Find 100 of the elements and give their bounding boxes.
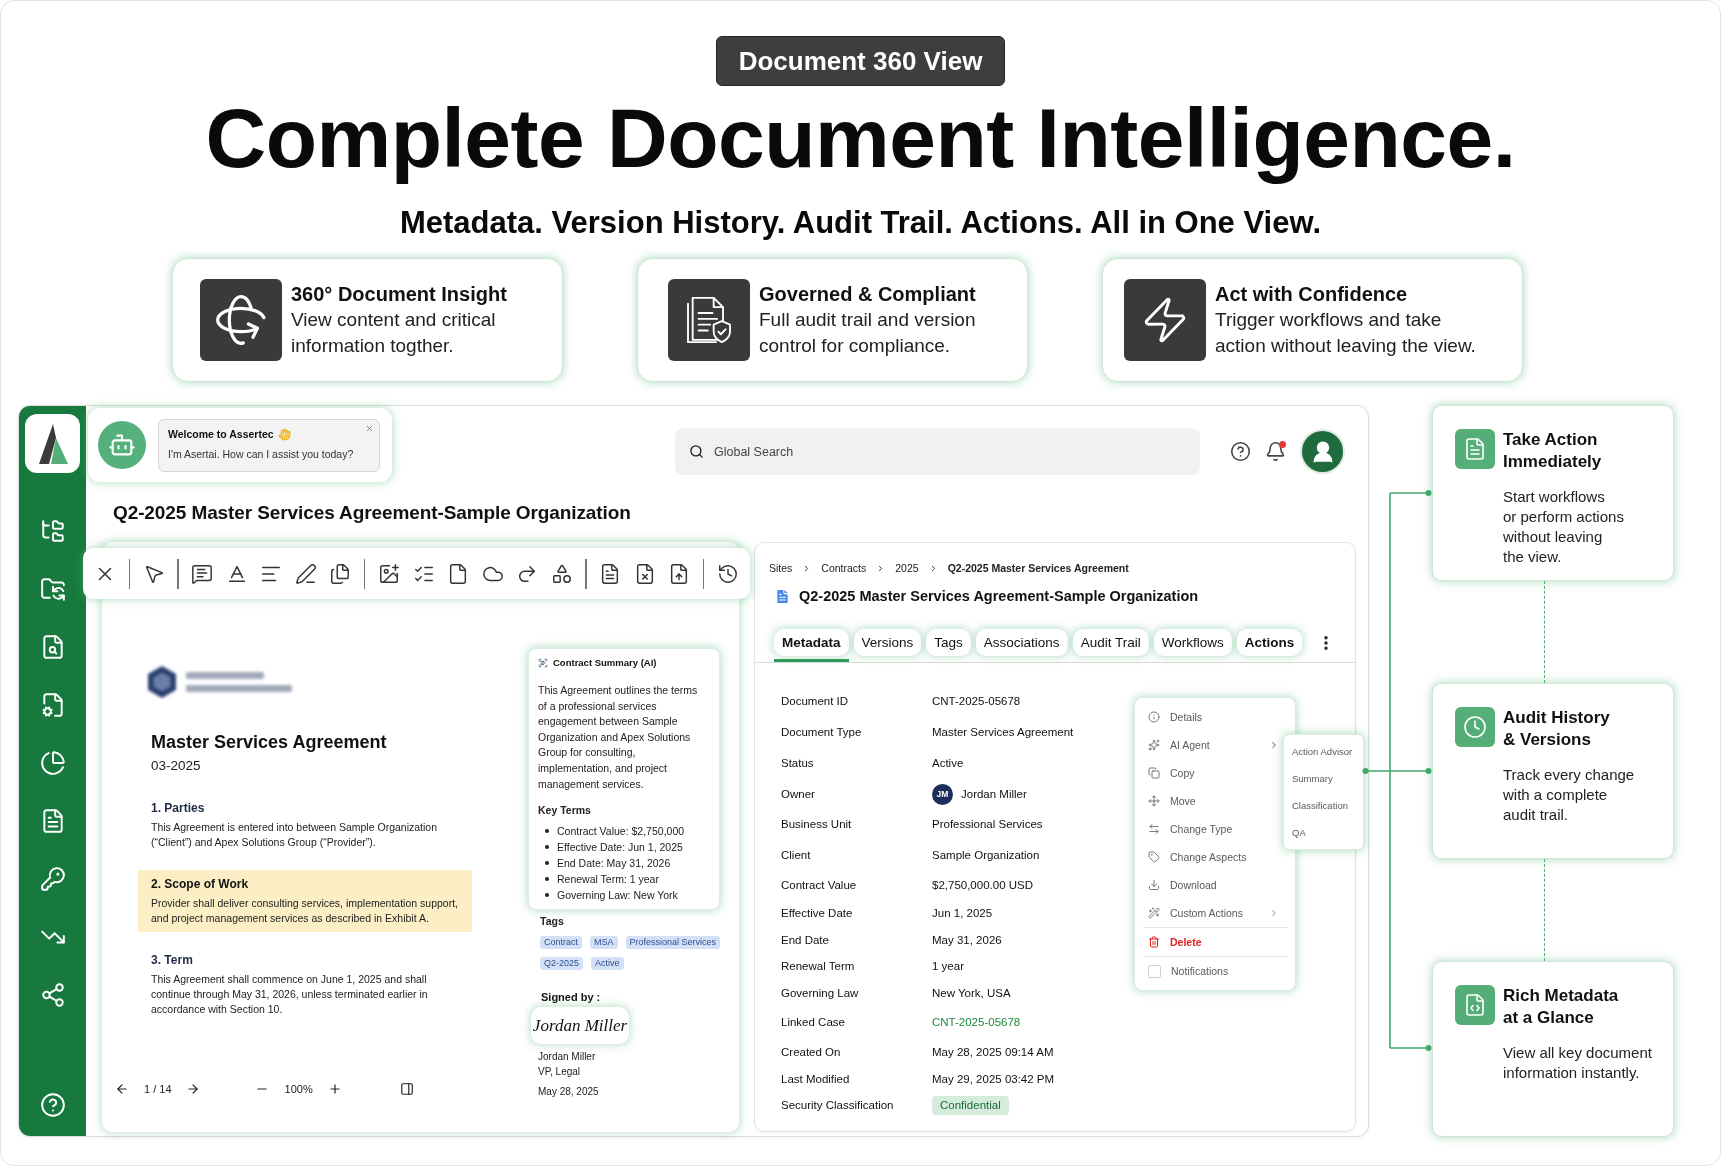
menu-item[interactable]: Action Advisor <box>1284 738 1363 765</box>
arrow-left-icon[interactable] <box>115 1082 129 1096</box>
info-icon <box>1148 711 1160 723</box>
feature-description: Full audit trail and version control for compliance. <box>759 308 976 358</box>
connector-dot <box>1425 768 1432 774</box>
bullet-icon <box>545 861 549 866</box>
move-icon <box>1148 795 1160 807</box>
chevron-right-icon <box>1269 908 1279 918</box>
field-label: Renewal Term <box>781 959 855 974</box>
tag-chip[interactable]: Professional Services <box>625 936 721 950</box>
breadcrumb-link[interactable]: 2025 <box>895 561 919 575</box>
tag-chip[interactable]: Q2-2025 <box>540 957 584 971</box>
scan-text-icon <box>538 658 548 668</box>
share-icon[interactable] <box>39 982 66 1008</box>
tab[interactable]: Tags <box>926 629 971 656</box>
menu-item[interactable]: Move <box>1135 787 1281 815</box>
field-label: Owner <box>781 786 815 802</box>
linked-case-link[interactable]: CNT-2025-05678 <box>932 1014 1021 1030</box>
pie-chart-icon[interactable] <box>39 750 66 776</box>
history-icon[interactable] <box>717 562 739 585</box>
field-value: $2,750,000.00 USD <box>932 877 1034 893</box>
key-icon[interactable] <box>39 866 66 892</box>
tag-chip[interactable]: MSA <box>590 936 618 950</box>
user-avatar-icon[interactable] <box>1300 429 1345 474</box>
folder-sync-icon[interactable] <box>39 576 66 602</box>
pages-icon[interactable] <box>329 562 352 585</box>
field-label: Governing Law <box>781 985 859 1001</box>
signature: Jordan Miller <box>531 1007 629 1045</box>
tag-chip[interactable]: Active <box>591 957 624 971</box>
code-file-icon <box>1455 985 1495 1025</box>
document-icon <box>1455 429 1495 469</box>
field-label: Security Classification <box>781 1098 894 1113</box>
callout-description: View all key document information instantly. <box>1503 1043 1652 1083</box>
owner-avatar: JM <box>932 783 953 805</box>
menu-item[interactable]: QA <box>1284 819 1363 846</box>
feature-title: Governed & Compliant <box>759 282 976 307</box>
menu-item[interactable]: Details <box>1135 703 1281 731</box>
key-term: Renewal Term: 1 year <box>557 872 659 888</box>
connector-dot <box>1425 490 1432 496</box>
menu-item[interactable]: Classification <box>1284 792 1363 819</box>
zoom-in-icon[interactable] <box>327 1082 342 1096</box>
field-label: Status <box>781 756 814 771</box>
search-field[interactable]: Global Search <box>675 428 1200 475</box>
feature-description: View content and critical information togther. <box>291 308 496 358</box>
menu-item[interactable]: Custom Actions <box>1135 899 1281 927</box>
summary-title: Contract Summary (AI) <box>553 656 657 670</box>
field-value: CNT-2025-05678 <box>932 694 1021 709</box>
menu-item[interactable]: Change Type <box>1135 815 1281 843</box>
section-heading: 2. Scope of Work <box>151 876 249 892</box>
summary-text: This Agreement outlines the terms of a professional services engagement between Sample Organization and Apex Solutions Group for consulting, implementation, and project management services. <box>538 683 699 792</box>
shapes-icon[interactable] <box>550 562 573 585</box>
arrow-right-icon[interactable] <box>185 1082 200 1096</box>
page-indicator: 1 / 14 <box>144 1082 172 1096</box>
field-value: Active <box>932 756 964 771</box>
tab[interactable]: Workflows <box>1153 629 1232 656</box>
menu-item[interactable]: Delete <box>1135 928 1281 956</box>
menu-item[interactable]: Copy <box>1135 759 1281 787</box>
chat-title: Welcome to Assertec <box>168 427 274 441</box>
breadcrumb-link[interactable]: Sites <box>769 561 793 575</box>
tab[interactable]: Versions <box>853 629 922 656</box>
menu-item[interactable]: AI Agent <box>1135 731 1281 759</box>
menu-item[interactable]: Download <box>1135 871 1281 899</box>
callout-title: Audit History & Versions <box>1503 707 1610 751</box>
tab[interactable]: Associations <box>975 629 1068 656</box>
tags-label: Tags <box>540 914 564 929</box>
help-icon[interactable] <box>1230 441 1251 462</box>
menu-item[interactable]: Change Aspects <box>1135 843 1281 871</box>
breadcrumb-link[interactable]: Contracts <box>821 561 867 575</box>
section-text: This Agreement shall commence on June 1, 2025 and shall continue through May 31, 2026, unless terminated earlier in accordance with Section 10. <box>151 972 429 1017</box>
hand-icon <box>277 427 291 441</box>
field-value: Jun 1, 2025 <box>932 905 993 921</box>
field-label: Document ID <box>781 694 849 709</box>
folder-tree-icon[interactable] <box>39 518 66 544</box>
checkbox[interactable] <box>1148 964 1161 978</box>
bullet-icon <box>545 829 549 834</box>
page-title: Q2-2025 Master Services Agreement-Sample Organization <box>113 501 631 525</box>
document-shield-icon <box>668 279 750 361</box>
logo-icon[interactable] <box>25 414 80 473</box>
add-image-icon[interactable] <box>377 562 400 585</box>
tab[interactable]: Actions <box>1236 629 1303 656</box>
pen-icon[interactable] <box>294 562 317 585</box>
panel-icon[interactable] <box>399 1082 414 1096</box>
tag-chip[interactable]: Contract <box>540 936 582 950</box>
callout-description: Start workflows or perform actions without leaving the view. <box>1503 487 1624 567</box>
callout-title: Rich Metadata at a Glance <box>1503 985 1619 1029</box>
copy-icon <box>1148 767 1160 779</box>
comment-icon[interactable] <box>191 562 214 585</box>
key-term: Governing Law: New York <box>557 888 678 904</box>
tab[interactable]: Audit Trail <box>1072 629 1149 656</box>
tab[interactable]: Metadata <box>774 629 849 656</box>
bell-icon[interactable] <box>1265 441 1286 462</box>
document-date: 03-2025 <box>151 757 201 775</box>
document-heading: Q2-2025 Master Services Agreement-Sample Organization <box>799 587 1199 605</box>
field-value: 1 year <box>932 959 964 974</box>
field-value: Jordan Miller <box>961 786 1027 802</box>
menu-item[interactable]: Notifications <box>1135 957 1281 985</box>
menu-item[interactable]: Summary <box>1284 765 1363 792</box>
section-text: This Agreement is entered into between Sample Organization (“Client”) and Apex Solutions Group (“Provider”). <box>151 820 438 850</box>
field-value: New York, USA <box>932 985 1011 1001</box>
download-icon <box>1148 879 1160 891</box>
